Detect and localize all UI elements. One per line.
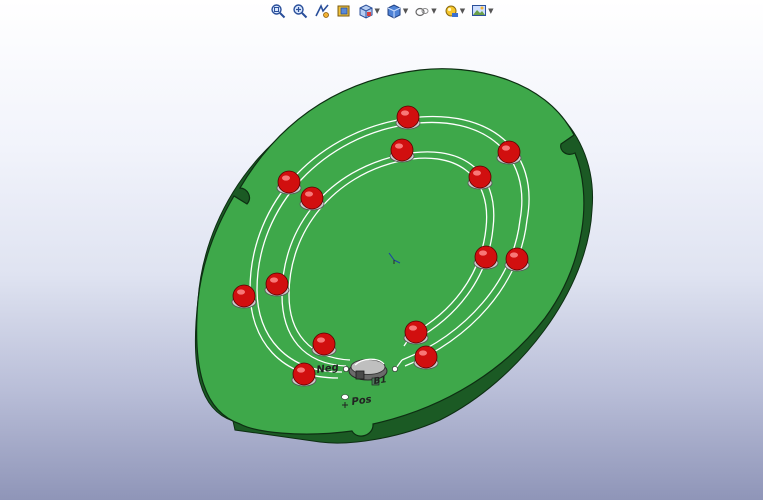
led[interactable]: [389, 138, 415, 163]
led[interactable]: [395, 105, 421, 130]
led[interactable]: [299, 186, 325, 211]
graphics-viewport[interactable]: ▼ ▼ ▼ ▼ ▼ Neg B1 Pos: [0, 0, 763, 500]
led[interactable]: [403, 320, 429, 345]
led[interactable]: [496, 140, 522, 165]
model-canvas[interactable]: Neg B1 Pos: [0, 0, 763, 500]
led[interactable]: [413, 345, 439, 370]
led[interactable]: [276, 170, 302, 195]
led[interactable]: [231, 284, 257, 309]
part-label: B1: [373, 375, 387, 387]
led[interactable]: [504, 247, 530, 272]
led[interactable]: [467, 165, 493, 190]
led[interactable]: [291, 362, 317, 387]
led[interactable]: [311, 332, 337, 357]
led[interactable]: [264, 272, 290, 297]
led[interactable]: [473, 245, 499, 270]
pcb-board[interactable]: [194, 68, 594, 444]
